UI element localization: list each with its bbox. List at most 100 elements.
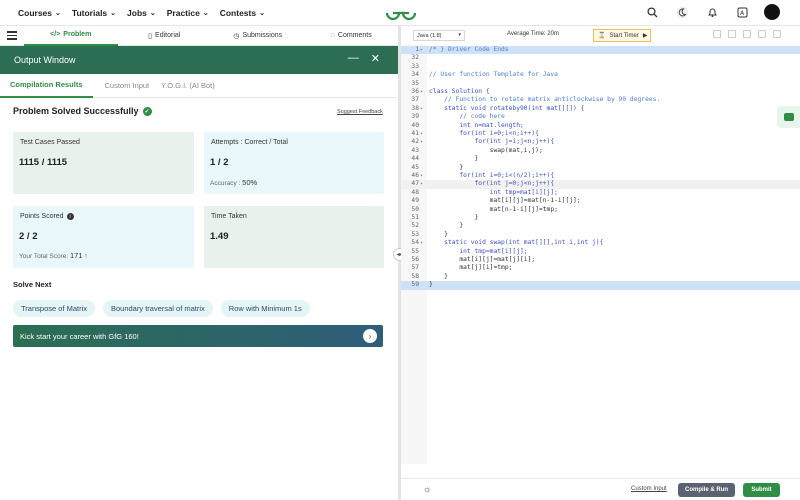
line-number: 34 <box>411 71 419 79</box>
svg-text:A: A <box>740 10 745 17</box>
fold-icon[interactable]: ▾ <box>420 88 423 96</box>
nav-contests[interactable]: Contests ⌄ <box>220 8 265 18</box>
code-line[interactable]: 35 <box>401 80 800 88</box>
tab-label: Comments <box>337 32 372 39</box>
reset-icon[interactable] <box>758 30 766 38</box>
code-line[interactable]: 55 int tmp=mat[i][j]; <box>401 248 800 256</box>
code-line[interactable]: 38 ▾ static void rotateby90(int mat[][]) … <box>401 105 800 113</box>
minimize-icon[interactable]: — <box>348 52 359 65</box>
nav-practice[interactable]: Practice ⌄ <box>167 8 209 18</box>
code-text: static void swap(int mat[][],int i,int j… <box>429 239 604 247</box>
code-line[interactable]: 44 } <box>401 155 800 163</box>
fold-icon[interactable]: ▾ <box>420 130 423 138</box>
code-line[interactable]: 50 mat[n-1-i][j]=tmp; <box>401 206 800 214</box>
nav-label: Courses <box>18 7 53 18</box>
nav-label: Tutorials <box>71 7 108 18</box>
compile-run-button[interactable]: Compile & Run <box>678 483 735 497</box>
language-select[interactable]: Java (1.8) ▾ <box>413 30 465 41</box>
fullscreen-icon[interactable] <box>773 30 781 38</box>
code-line[interactable]: 59} <box>401 281 800 290</box>
code-line[interactable]: 41 ▾ for(int i=0;i<n;i++){ <box>401 130 800 138</box>
tab-yogi-bot[interactable]: Y.O.G.I. (AI Bot) <box>161 74 215 98</box>
code-line[interactable]: 46 ▾ for(int i=0;i<(n/2);i++){ <box>401 172 800 180</box>
code-line[interactable]: 37 // Function to rotate matrix anticloc… <box>401 96 800 104</box>
fold-icon[interactable]: ▾ <box>420 172 423 180</box>
bell-icon[interactable] <box>704 4 720 20</box>
code-line[interactable]: 51 } <box>401 214 800 222</box>
code-line[interactable]: 43 swap(mat,i,j); <box>401 147 800 155</box>
tab-comments[interactable]: ◌ Comments <box>305 26 399 46</box>
card-value: 1 / 2 <box>210 157 229 168</box>
code-line[interactable]: 34 // User function Template for Java <box>401 71 800 79</box>
solve-next-chip[interactable]: Transpose of Matrix <box>13 300 95 317</box>
code-line[interactable]: 57 mat[j][i]=tmp; <box>401 264 800 272</box>
code-line[interactable]: 49 mat[i][j]=mat[n-1-i][j]; <box>401 197 800 205</box>
avatar[interactable] <box>764 4 780 20</box>
info-icon[interactable]: i <box>66 213 74 220</box>
gfg160-banner[interactable]: Kick start your career with GfG 160! › <box>13 325 383 347</box>
code-line[interactable]: 47 ▾ for(int j=0;j<n;j++){ <box>401 180 800 189</box>
code-line[interactable]: 45 } <box>401 164 800 172</box>
tab-compilation-results[interactable]: Compilation Results <box>0 74 93 98</box>
nav-jobs[interactable]: Jobs ⌄ <box>127 8 156 18</box>
code-line[interactable]: 32 <box>401 54 800 62</box>
tab-submissions[interactable]: ◷ Submissions <box>211 26 305 46</box>
line-number: 32 <box>411 54 419 62</box>
custom-input-link[interactable]: Custom Input <box>631 486 667 492</box>
code-line[interactable]: 36 ▾ class Solution { <box>401 88 800 96</box>
nav-courses[interactable]: Courses ⌄ <box>18 8 61 18</box>
fold-icon[interactable]: ▾ <box>420 138 423 146</box>
submit-button[interactable]: Submit <box>743 483 780 497</box>
download-icon[interactable] <box>743 30 751 38</box>
code-line[interactable]: 52 } <box>401 222 800 230</box>
tab-editorial[interactable]: ▯ Editorial <box>118 26 212 46</box>
code-line[interactable]: 54 ▾ static void swap(int mat[][],int i,i… <box>401 239 800 247</box>
code-line[interactable]: 42 ▾ for(int j=i;j<n;j++){ <box>401 138 800 146</box>
total-score-line: Your Total Score: 171 ↑ <box>19 251 88 260</box>
chevron-down-icon: ⌄ <box>110 9 117 17</box>
code-line[interactable]: 53 } <box>401 231 800 239</box>
line-number: 59 <box>411 281 419 289</box>
solve-next-chip[interactable]: Row with Minimum 1s <box>220 300 310 317</box>
card-label: Time Taken <box>211 213 247 220</box>
line-number: 50 <box>411 205 419 213</box>
suggest-feedback-link[interactable]: Suggest Feedback <box>337 109 383 115</box>
tab-custom-input[interactable]: Custom Input <box>105 74 150 98</box>
nav-tutorials[interactable]: Tutorials ⌄ <box>72 8 116 18</box>
chat-icon[interactable] <box>777 106 800 128</box>
code-line[interactable]: 56 mat[i][j]=mat[j][i]; <box>401 256 800 264</box>
upload-icon[interactable] <box>728 30 736 38</box>
line-number: 48 <box>411 188 419 196</box>
code-line[interactable]: 58 } <box>401 273 800 281</box>
solve-next-chip[interactable]: Boundary traversal of matrix <box>103 300 213 317</box>
close-icon[interactable]: ✕ <box>371 52 380 65</box>
lightbulb-icon[interactable]: ☼ <box>423 484 431 494</box>
fold-icon[interactable]: ▾ <box>420 105 423 113</box>
code-line[interactable]: 48 int tmp=mat[i][j]; <box>401 189 800 197</box>
start-timer-button[interactable]: ⌛ Start Timer ▶ <box>593 29 651 42</box>
code-line[interactable]: 1 ▸ /* } Driver Code Ends <box>401 46 800 55</box>
line-number: 36 <box>411 88 419 95</box>
fold-icon[interactable]: ▾ <box>420 180 423 188</box>
code-text: for(int i=0;i<(n/2);i++){ <box>429 172 555 179</box>
time-card: Time Taken 1.49 <box>204 206 384 268</box>
accuracy-value: 50% <box>242 178 258 187</box>
code-line[interactable]: 33 <box>401 63 800 71</box>
dark-mode-icon[interactable] <box>674 4 690 20</box>
menu-icon[interactable] <box>0 26 24 46</box>
search-icon[interactable] <box>644 4 660 20</box>
code-line[interactable]: 39 // code here <box>401 113 800 121</box>
translate-icon[interactable]: A <box>734 4 750 20</box>
copy-icon[interactable] <box>713 30 721 38</box>
code-line[interactable]: 40 int n=mat.length; <box>401 122 800 130</box>
banner-text: Kick start your career with GfG 160! <box>20 331 139 341</box>
code-text: } <box>429 281 433 289</box>
code-editor[interactable]: 1 ▸ /* } Driver Code Ends 32 33 34 // User fun… <box>401 44 800 484</box>
fold-icon[interactable]: ▾ <box>420 239 423 247</box>
tab-problem[interactable]: </> Problem <box>24 26 118 46</box>
gfg-logo-icon[interactable] <box>384 4 418 22</box>
code-text: /* } Driver Code Ends <box>429 46 509 53</box>
line-number: 43 <box>411 146 419 154</box>
fold-icon[interactable]: ▸ <box>420 46 423 54</box>
code-text: } <box>429 272 448 280</box>
